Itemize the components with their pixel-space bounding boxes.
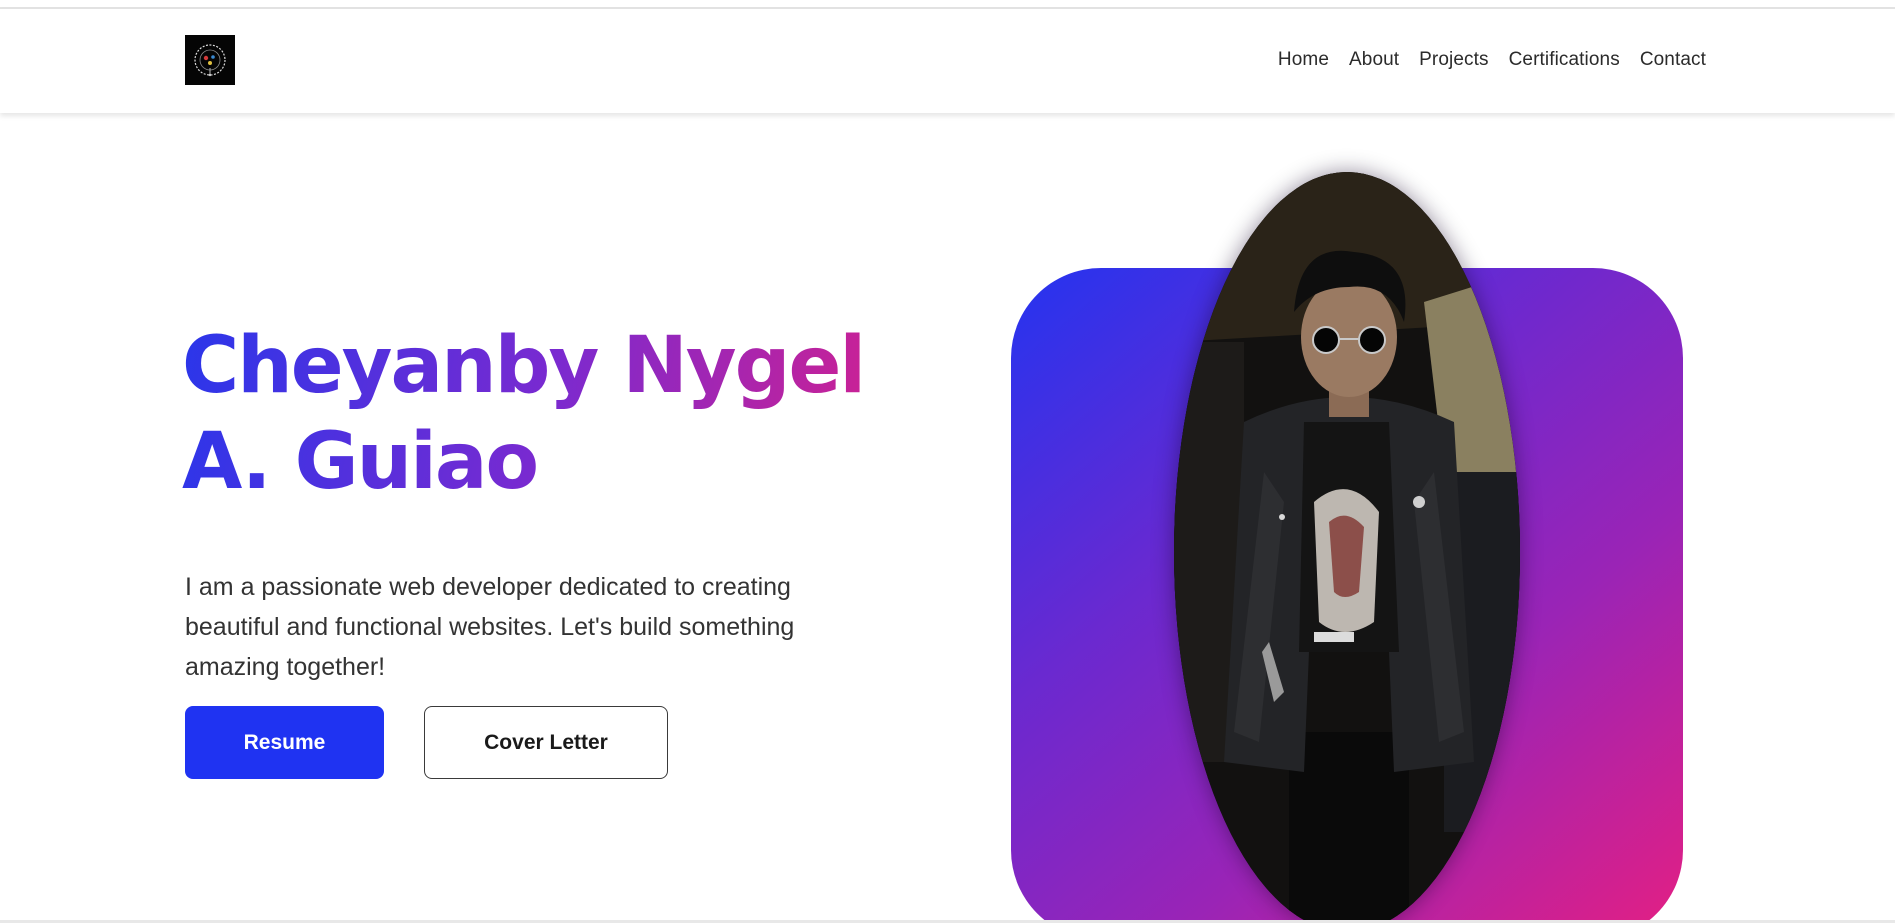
hero-title-line-2: A. Guiao	[182, 417, 538, 507]
hero-title: Cheyanby Nygel A. Guiao	[182, 318, 942, 510]
nav-projects-link[interactable]: Projects	[1419, 49, 1488, 71]
portrait-photo	[1174, 172, 1520, 923]
nav-about-link[interactable]: About	[1349, 49, 1399, 71]
hero-description: I am a passionate web developer dedicate…	[185, 573, 795, 681]
profile-photo	[1174, 172, 1520, 923]
cover-letter-button[interactable]: Cover Letter	[424, 706, 668, 779]
site-header: Home About Projects Certifications Conta…	[0, 9, 1895, 113]
main-nav: Home About Projects Certifications Conta…	[1278, 49, 1706, 71]
resume-button[interactable]: Resume	[185, 706, 384, 779]
nav-contact-link[interactable]: Contact	[1640, 49, 1706, 71]
portfolio-page: Home About Projects Certifications Conta…	[0, 0, 1895, 923]
logo[interactable]	[185, 35, 235, 85]
hero-title-line-1: Cheyanby Nygel	[182, 321, 865, 411]
nav-certifications-link[interactable]: Certifications	[1509, 49, 1620, 71]
circular-emblem-logo-icon	[194, 44, 226, 77]
nav-home-link[interactable]: Home	[1278, 49, 1329, 71]
